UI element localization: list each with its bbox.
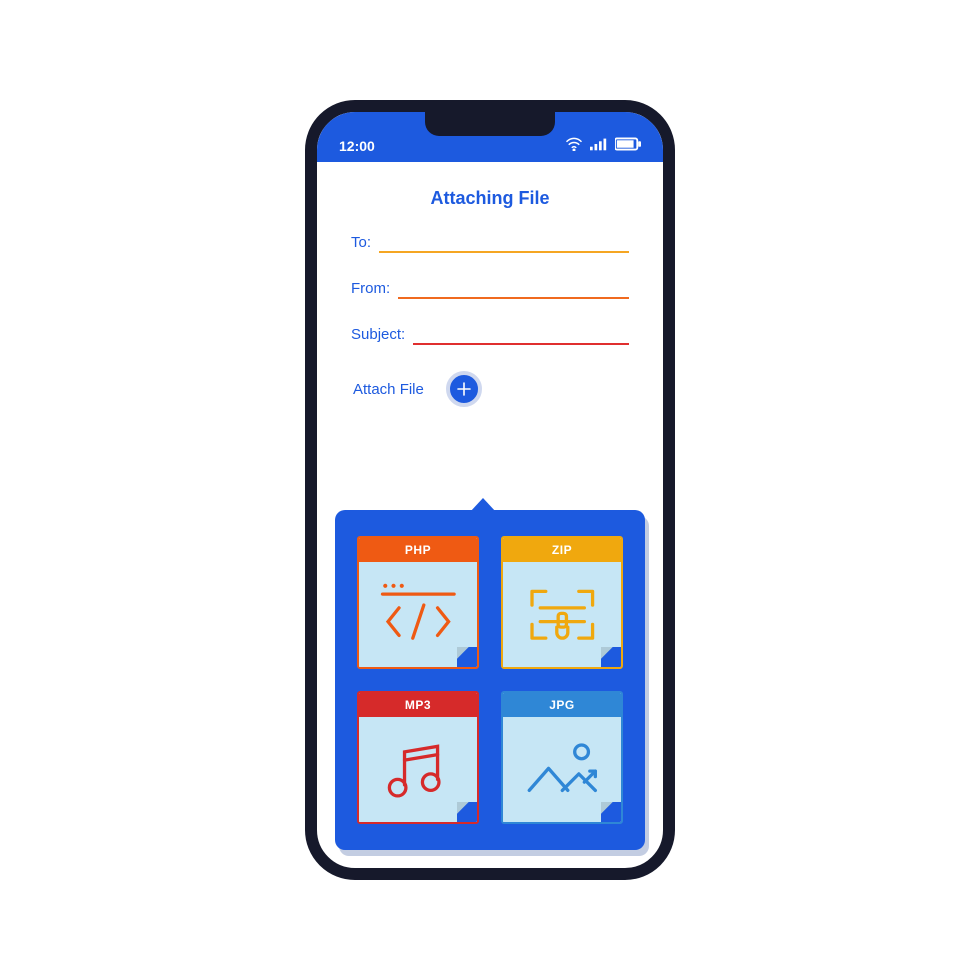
page-fold-corner (457, 802, 477, 822)
page-fold-corner (601, 647, 621, 667)
attach-file-button[interactable] (446, 371, 482, 407)
status-time: 12:00 (339, 138, 375, 154)
attach-row: Attach File (351, 371, 629, 407)
subject-field-row: Subject: (351, 325, 629, 345)
file-type-tray: PHP ZIP (335, 510, 645, 850)
file-type-mp3[interactable]: MP3 (357, 691, 479, 824)
file-type-jpg[interactable]: JPG (501, 691, 623, 824)
signal-icon (590, 137, 608, 154)
page-fold-corner (457, 647, 477, 667)
tray-pointer (470, 498, 496, 512)
compose-form: To: From: Subject: Attach File (317, 233, 663, 407)
to-field-row: To: (351, 233, 629, 253)
file-type-label: ZIP (503, 538, 621, 562)
from-label: From: (351, 280, 390, 297)
attach-label: Attach File (353, 381, 424, 398)
file-type-label: JPG (503, 693, 621, 717)
file-type-label: MP3 (359, 693, 477, 717)
subject-label: Subject: (351, 326, 405, 343)
to-input[interactable] (379, 233, 629, 253)
battery-icon (615, 137, 641, 154)
page-title: Attaching File (317, 162, 663, 233)
from-field-row: From: (351, 279, 629, 299)
file-type-zip[interactable]: ZIP (501, 536, 623, 669)
file-type-php[interactable]: PHP (357, 536, 479, 669)
phone-frame: 12:00 (305, 100, 675, 880)
status-icons (565, 137, 641, 154)
from-input[interactable] (398, 279, 629, 299)
subject-input[interactable] (413, 325, 629, 345)
plus-icon (457, 382, 471, 396)
file-type-label: PHP (359, 538, 477, 562)
wifi-icon (565, 137, 583, 154)
page-fold-corner (601, 802, 621, 822)
status-bar: 12:00 (317, 112, 663, 162)
tray-grid: PHP ZIP (335, 510, 645, 850)
to-label: To: (351, 234, 371, 251)
